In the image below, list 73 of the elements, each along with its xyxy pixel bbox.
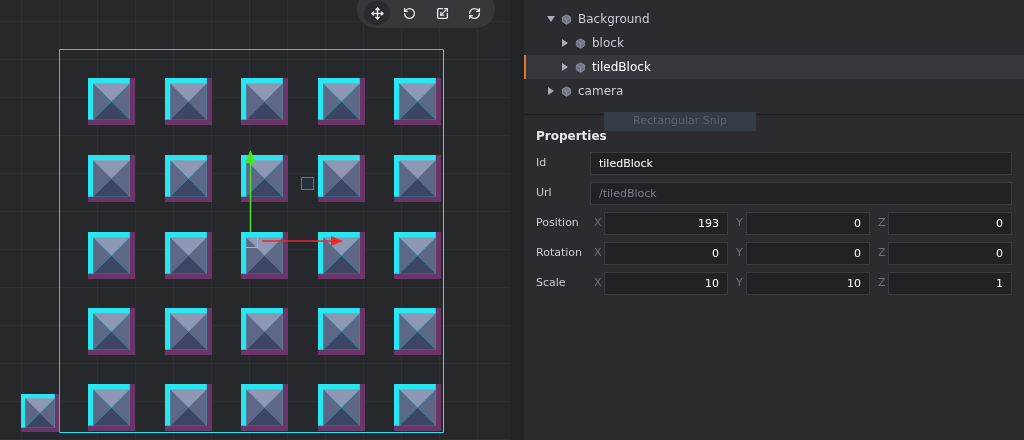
- axis-label: Y: [736, 245, 744, 262]
- block-tile: [165, 155, 212, 202]
- field-label: Url: [536, 185, 553, 202]
- block-tile: [394, 384, 441, 431]
- number-field[interactable]: 10: [604, 272, 728, 295]
- scene-viewport[interactable]: [0, 0, 510, 440]
- text-field[interactable]: tiledBlock: [590, 152, 1012, 175]
- axis-label: Y: [736, 215, 744, 232]
- tree-item[interactable]: camera: [524, 79, 1024, 103]
- block-tile: [165, 384, 212, 431]
- origin-handle[interactable]: [245, 235, 258, 248]
- block-tile: [165, 308, 212, 355]
- tree-item[interactable]: tiledBlock: [524, 55, 1024, 79]
- refresh-icon: [468, 6, 482, 20]
- block-tile: [21, 394, 59, 432]
- y-axis-arrow[interactable]: [245, 150, 256, 233]
- block-tile: [241, 78, 288, 125]
- axis-label: Z: [878, 215, 886, 232]
- axis-label: Z: [878, 275, 886, 292]
- field-label: Id: [536, 155, 548, 172]
- caret-icon[interactable]: [561, 63, 569, 71]
- number-field[interactable]: 10: [746, 272, 870, 295]
- caret-icon[interactable]: [547, 87, 555, 95]
- section-title: Properties: [536, 128, 608, 145]
- block-tile: [241, 308, 288, 355]
- number-field[interactable]: 1: [888, 272, 1012, 295]
- field-label: Position: [536, 215, 580, 232]
- number-field[interactable]: 0: [746, 242, 870, 265]
- field-label: Scale: [536, 275, 567, 292]
- field-label: Rotation: [536, 245, 583, 262]
- block-tile: [318, 384, 365, 431]
- block-tile: [394, 232, 441, 279]
- cube-icon: [561, 85, 572, 97]
- number-field[interactable]: 0: [604, 242, 728, 265]
- pivot-handle[interactable]: [301, 177, 314, 190]
- block-tile: [241, 384, 288, 431]
- caret-icon[interactable]: [561, 39, 569, 47]
- axis-label: X: [594, 215, 602, 232]
- block-tile: [165, 78, 212, 125]
- x-axis-arrow[interactable]: [261, 236, 343, 246]
- tool-button[interactable]: [364, 1, 391, 25]
- number-field[interactable]: 0: [888, 212, 1012, 235]
- block-tile: [394, 308, 441, 355]
- tree-item[interactable]: block: [524, 31, 1024, 55]
- rotate-icon: [403, 6, 417, 20]
- number-field[interactable]: 0: [888, 242, 1012, 265]
- axis-label: Z: [878, 245, 886, 262]
- cube-icon: [561, 13, 572, 25]
- block-tile: [318, 308, 365, 355]
- axis-label: X: [594, 275, 602, 292]
- cube-icon: [575, 61, 586, 73]
- block-tile: [88, 384, 135, 431]
- tree-item[interactable]: Background: [524, 7, 1024, 31]
- block-tile: [88, 232, 135, 279]
- axis-label: Y: [736, 275, 744, 292]
- cube-icon: [575, 37, 586, 49]
- block-tile: [165, 232, 212, 279]
- caret-icon[interactable]: [547, 15, 555, 23]
- block-tile: [318, 155, 365, 202]
- axis-label: X: [594, 245, 602, 262]
- block-tile: [88, 308, 135, 355]
- block-tile: [88, 78, 135, 125]
- block-tile: [88, 155, 135, 202]
- number-field[interactable]: 193: [604, 212, 728, 235]
- block-tile: [318, 78, 365, 125]
- scale-icon: [435, 6, 449, 20]
- number-field[interactable]: 0: [746, 212, 870, 235]
- block-tile: [318, 232, 365, 279]
- block-tile: [394, 155, 441, 202]
- block-tile: [241, 232, 288, 279]
- move-icon: [370, 6, 384, 20]
- block-tile: [394, 78, 441, 125]
- block-tile: [241, 155, 288, 202]
